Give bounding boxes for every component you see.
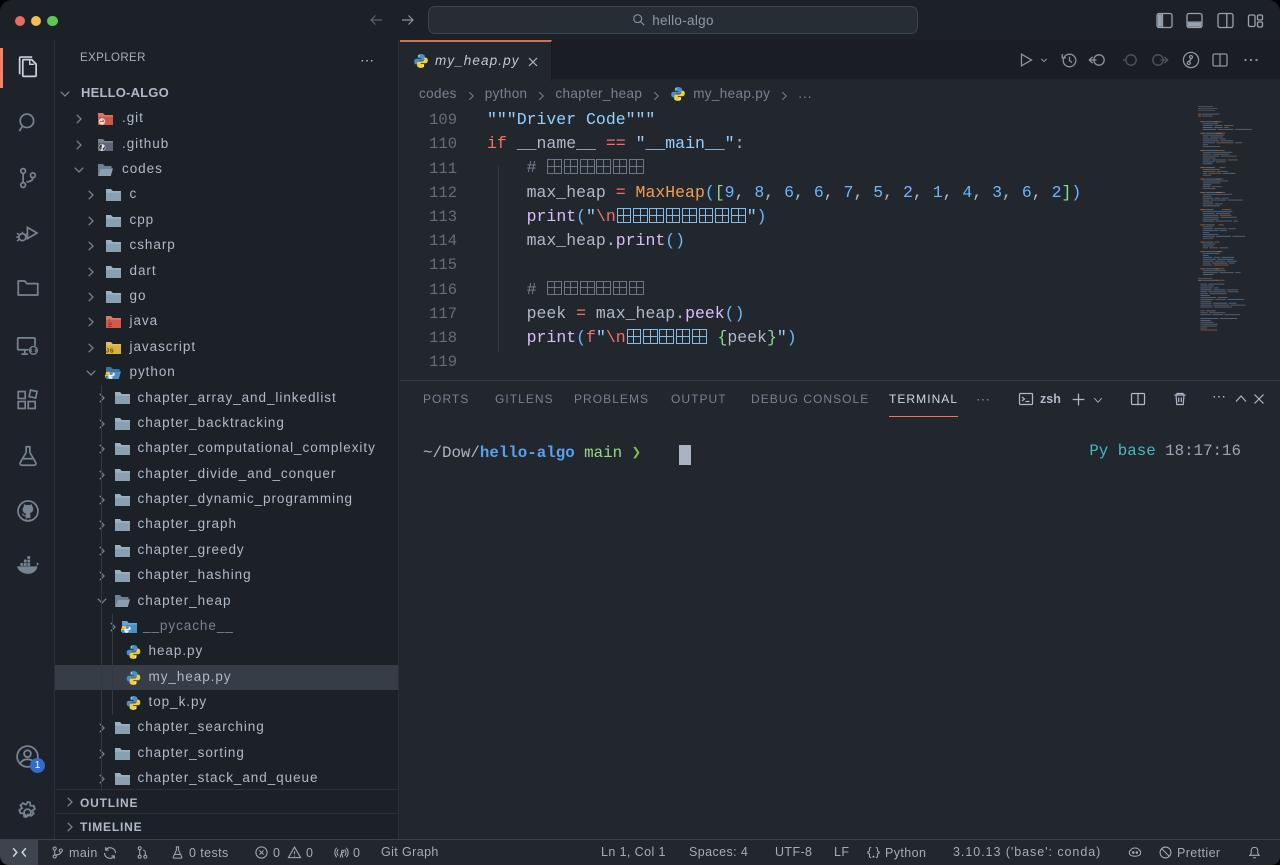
svg-text:JS: JS bbox=[106, 348, 115, 354]
